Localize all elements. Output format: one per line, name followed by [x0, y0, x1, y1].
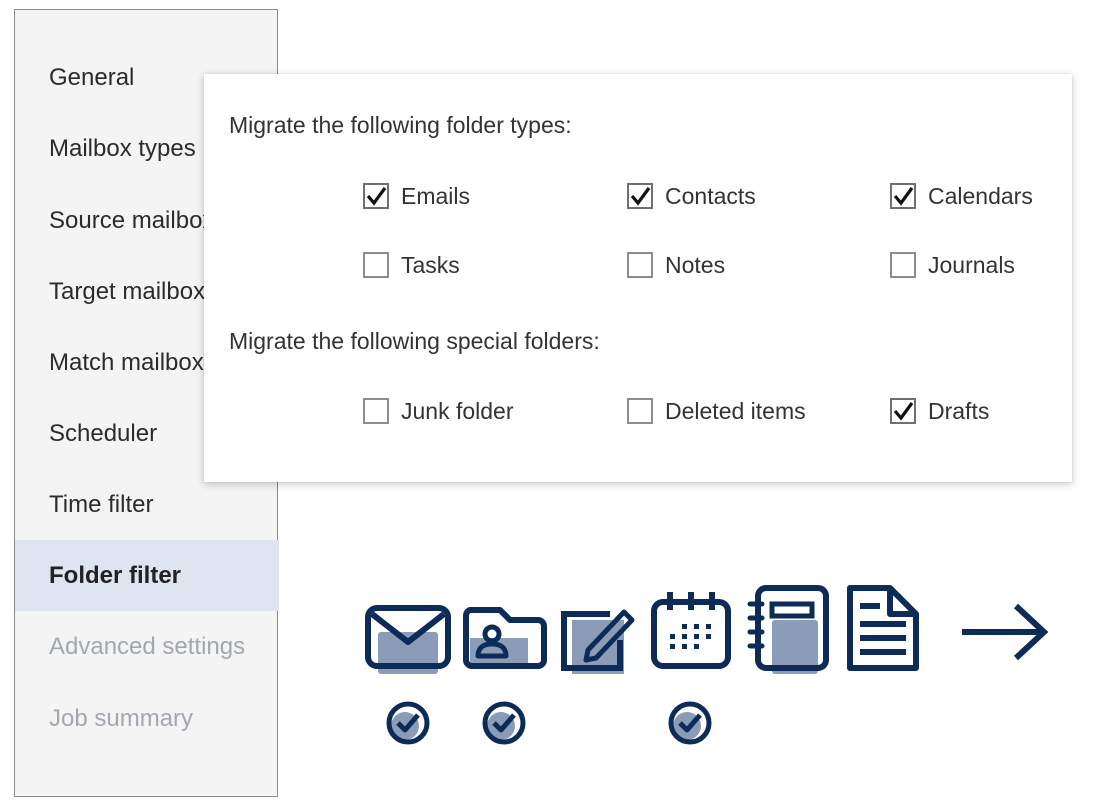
checkbox-box[interactable]: [627, 183, 653, 209]
envelope-icon: [365, 605, 451, 674]
checkbox-label: Calendars: [928, 182, 1033, 209]
document-icon: [847, 585, 919, 671]
check-badge-icon: [482, 701, 526, 745]
notebook-icon: [747, 585, 829, 674]
checkbox-box[interactable]: [363, 252, 389, 278]
check-badge-icon: [668, 701, 712, 745]
checkbox-box[interactable]: [627, 398, 653, 424]
checkbox-tasks[interactable]: Tasks: [363, 250, 460, 280]
sidebar-item-job-summary: Job summary: [49, 704, 194, 732]
checkbox-drafts[interactable]: Drafts: [890, 396, 989, 426]
edit-note-icon: [561, 609, 635, 674]
sidebar-item-advanced-settings: Advanced settings: [49, 632, 246, 660]
checkmark-icon: [366, 187, 387, 206]
special-folders-heading: Migrate the following special folders:: [229, 328, 600, 354]
checkbox-box[interactable]: [890, 183, 916, 209]
checkbox-box[interactable]: [890, 252, 916, 278]
arrow-right-icon: [962, 603, 1049, 661]
checkbox-emails[interactable]: Emails: [363, 181, 470, 211]
checkbox-label: Journals: [928, 251, 1015, 278]
checkbox-contacts[interactable]: Contacts: [627, 181, 756, 211]
contact-card-icon: [463, 607, 547, 669]
checkbox-label: Contacts: [665, 182, 756, 209]
checkbox-label: Notes: [665, 251, 726, 278]
checkbox-label: Tasks: [401, 251, 460, 278]
checkmark-icon: [893, 187, 914, 206]
checkbox-box[interactable]: [363, 183, 389, 209]
sidebar-item-folder-filter[interactable]: Folder filter: [15, 540, 279, 611]
checkbox-box[interactable]: [363, 398, 389, 424]
calendar-icon: [651, 592, 731, 669]
checkmark-icon: [630, 187, 651, 206]
checkbox-deleted-items[interactable]: Deleted items: [627, 396, 806, 426]
checkbox-box[interactable]: [890, 398, 916, 424]
checkbox-label: Junk folder: [401, 397, 514, 424]
checkbox-journals[interactable]: Journals: [890, 250, 1015, 280]
checkbox-label: Deleted items: [665, 397, 806, 424]
folder-filter-panel: Migrate the following folder types: Emai…: [204, 74, 1072, 482]
checkbox-junk-folder[interactable]: Junk folder: [363, 396, 514, 426]
folder-types-heading: Migrate the following folder types:: [229, 112, 572, 138]
checkbox-calendars[interactable]: Calendars: [890, 181, 1033, 211]
checkbox-box[interactable]: [627, 252, 653, 278]
checkmark-icon: [893, 402, 914, 421]
checkbox-label: Drafts: [928, 397, 990, 424]
checkbox-notes[interactable]: Notes: [627, 250, 725, 280]
checkbox-label: Emails: [401, 182, 471, 209]
check-badge-icon: [386, 701, 430, 745]
